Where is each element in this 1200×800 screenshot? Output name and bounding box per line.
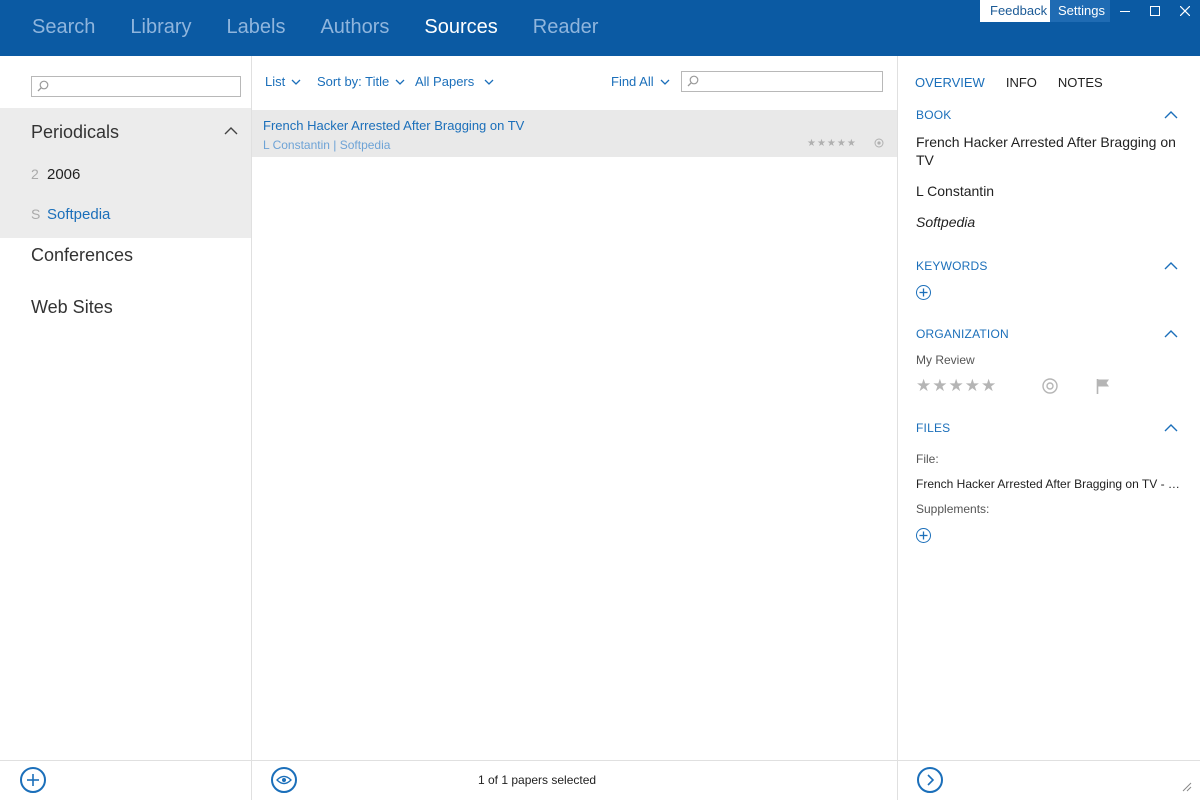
sort-dropdown[interactable]: Sort by: Title: [317, 74, 405, 89]
maximize-button[interactable]: [1140, 0, 1170, 22]
papers-search-box[interactable]: [681, 71, 883, 92]
chevron-down-icon: [484, 79, 494, 85]
nav-tab-reader[interactable]: Reader: [533, 16, 599, 39]
add-supplement-button[interactable]: [916, 528, 931, 543]
book-author[interactable]: L Constantin: [916, 182, 1186, 200]
file-label: File:: [916, 452, 939, 466]
paper-rating-stars[interactable]: ★★★★★: [807, 138, 857, 149]
filter-dropdown[interactable]: All Papers: [415, 74, 494, 89]
plus-icon: [919, 288, 928, 297]
add-source-button[interactable]: [20, 767, 46, 793]
tree-item-label: Softpedia: [47, 206, 111, 223]
nav-tab-labels[interactable]: Labels: [227, 16, 286, 39]
paper-meta: L Constantin | Softpedia: [263, 138, 391, 152]
sort-label: Sort by: Title: [317, 74, 390, 89]
read-status-icon[interactable]: [874, 138, 884, 148]
next-button[interactable]: [917, 767, 943, 793]
sources-search-input[interactable]: [54, 78, 236, 95]
tree-item-label: 2006: [47, 166, 81, 183]
files-section-title: FILES: [916, 421, 951, 435]
details-panel: OVERVIEW INFO NOTES BOOK French Hacker A…: [898, 56, 1200, 800]
read-status-icon[interactable]: [1042, 378, 1058, 394]
papers-list-panel: List Sort by: Title All Papers Find All …: [252, 56, 898, 800]
sources-sidebar: Periodicals 2 2006 S Softpedia Conferenc…: [0, 56, 252, 800]
maximize-icon: [1150, 6, 1160, 16]
papers-search-input[interactable]: [704, 73, 878, 90]
plus-icon: [919, 531, 928, 540]
chevron-up-icon[interactable]: [1164, 424, 1178, 432]
periodicals-group: Periodicals 2 2006 S Softpedia: [0, 108, 251, 238]
settings-button[interactable]: Settings: [1050, 0, 1110, 22]
view-mode-label: List: [265, 74, 286, 89]
feedback-button[interactable]: Feedback: [980, 0, 1050, 22]
tree-item-count: 2: [31, 166, 39, 182]
minimize-button[interactable]: [1110, 0, 1140, 22]
paper-title: French Hacker Arrested After Bragging on…: [263, 118, 525, 133]
file-name-link[interactable]: French Hacker Arrested After Bragging on…: [916, 477, 1182, 491]
filter-label: All Papers: [415, 74, 475, 89]
details-bottom-bar: [898, 760, 1200, 800]
preview-button[interactable]: [271, 767, 297, 793]
tree-item-2006[interactable]: 2 2006: [31, 166, 80, 183]
nav-tab-authors[interactable]: Authors: [320, 16, 389, 39]
tab-info[interactable]: INFO: [1006, 75, 1037, 90]
review-rating-stars[interactable]: ★★★★★: [916, 376, 997, 396]
chevron-right-icon: [927, 774, 935, 786]
main-nav: Search Library Labels Authors Sources Re…: [32, 16, 633, 39]
tree-item-softpedia[interactable]: S Softpedia: [31, 206, 110, 223]
plus-icon: [27, 774, 39, 786]
add-keyword-button[interactable]: [916, 285, 931, 300]
selection-status: 1 of 1 papers selected: [478, 773, 597, 787]
nav-tab-library[interactable]: Library: [130, 16, 191, 39]
book-source[interactable]: Softpedia: [916, 213, 1186, 231]
nav-tab-sources[interactable]: Sources: [424, 16, 497, 39]
top-bar: Search Library Labels Authors Sources Re…: [0, 0, 1200, 56]
book-section-title: BOOK: [916, 108, 952, 122]
chevron-up-icon[interactable]: [224, 126, 238, 135]
resize-grip-icon[interactable]: [1180, 780, 1192, 792]
search-icon: [687, 75, 699, 87]
details-tabs: OVERVIEW INFO NOTES: [915, 75, 1124, 90]
eye-icon: [276, 775, 292, 785]
find-all-label: Find All: [611, 74, 654, 89]
paper-row[interactable]: French Hacker Arrested After Bragging on…: [252, 110, 897, 157]
minimize-icon: [1120, 11, 1130, 12]
keywords-section-title: KEYWORDS: [916, 259, 988, 273]
supplements-label: Supplements:: [916, 502, 990, 516]
chevron-up-icon[interactable]: [1164, 262, 1178, 270]
view-mode-dropdown[interactable]: List: [265, 74, 301, 89]
nav-tab-search[interactable]: Search: [32, 16, 95, 39]
list-bottom-bar: 1 of 1 papers selected: [252, 760, 897, 800]
chevron-up-icon[interactable]: [1164, 330, 1178, 338]
tree-item-web-sites[interactable]: Web Sites: [31, 297, 113, 318]
chevron-down-icon: [291, 79, 301, 85]
chevron-down-icon: [395, 79, 405, 85]
find-all-dropdown[interactable]: Find All: [611, 74, 670, 89]
tree-item-conferences[interactable]: Conferences: [31, 245, 133, 266]
close-icon: [1180, 6, 1190, 16]
close-window-button[interactable]: [1170, 0, 1200, 22]
sidebar-bottom-bar: [0, 760, 251, 800]
tab-overview[interactable]: OVERVIEW: [915, 75, 985, 90]
book-title[interactable]: French Hacker Arrested After Bragging on…: [916, 133, 1186, 169]
organization-section-title: ORGANIZATION: [916, 327, 1009, 341]
top-right-controls: Feedback Settings: [980, 0, 1200, 22]
flag-icon[interactable]: [1096, 378, 1110, 394]
search-icon: [37, 80, 49, 92]
tab-notes[interactable]: NOTES: [1058, 75, 1103, 90]
sources-search-box[interactable]: [31, 76, 241, 97]
chevron-down-icon: [660, 79, 670, 85]
tree-item-periodicals[interactable]: Periodicals: [31, 122, 119, 143]
chevron-up-icon[interactable]: [1164, 111, 1178, 119]
my-review-label: My Review: [916, 353, 975, 367]
tree-item-count: S: [31, 206, 41, 222]
